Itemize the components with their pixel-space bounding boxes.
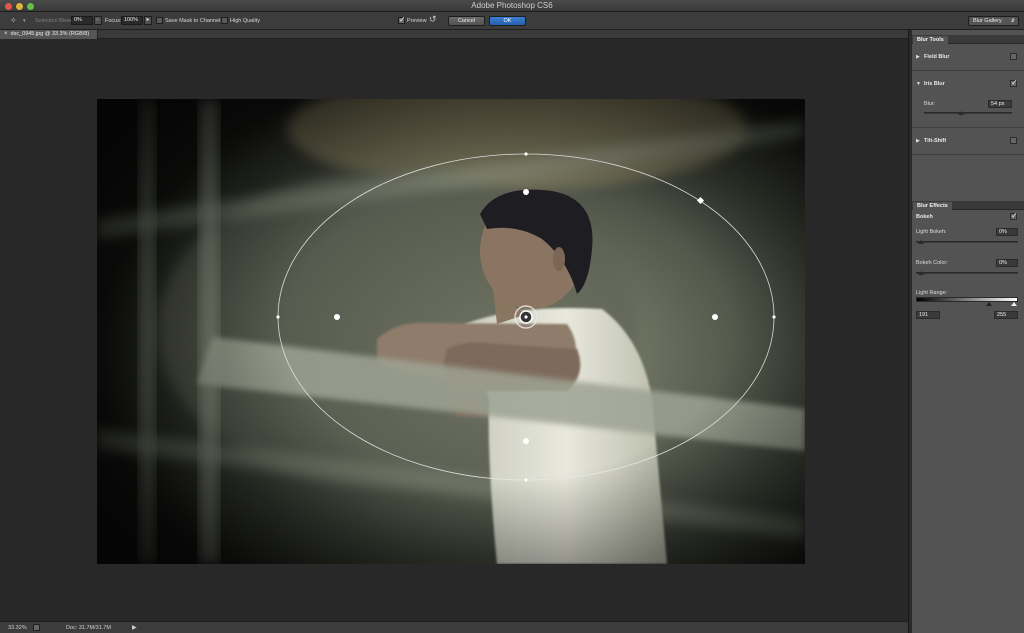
- high-quality-label: High Quality: [230, 18, 260, 24]
- focus-stepper[interactable]: ▸: [144, 16, 152, 25]
- tool-dropdown-chevron-icon[interactable]: ▾: [23, 16, 26, 26]
- canvas-area[interactable]: [0, 39, 908, 621]
- iris-blur-label: Iris Blur: [924, 81, 945, 87]
- field-blur-checkbox[interactable]: [1010, 53, 1017, 60]
- blur-effects-section: Bokeh Light Bokeh: 0% Bokeh Color: 0% Li…: [912, 211, 1024, 331]
- export-icon[interactable]: [33, 624, 40, 631]
- light-range-high-input[interactable]: 255: [994, 311, 1018, 319]
- light-range-low-thumb[interactable]: [986, 302, 992, 306]
- tab-blur-tools[interactable]: Blur Tools: [913, 36, 948, 44]
- save-mask-checkbox[interactable]: [156, 17, 163, 24]
- high-quality-checkbox[interactable]: [221, 17, 228, 24]
- document-tab[interactable]: × dsc_0945.jpg @ 33.3% (RGB/8): [0, 30, 98, 39]
- checkmark-icon: ✓: [399, 15, 406, 24]
- bokeh-color-slider[interactable]: [916, 272, 1018, 274]
- feather-handle-top[interactable]: [523, 189, 529, 195]
- light-bokeh-input[interactable]: 0%: [996, 228, 1018, 236]
- reset-pins-icon[interactable]: ↺: [429, 14, 437, 24]
- iris-blur-overlay[interactable]: [97, 99, 805, 564]
- document-tab-label: dsc_0945.jpg @ 33.3% (RGB/8): [10, 31, 90, 37]
- bokeh-label: Bokeh: [916, 214, 933, 220]
- feather-handle-left[interactable]: [334, 314, 340, 320]
- preview-label: Preview: [407, 18, 427, 24]
- bokeh-color-slider-thumb[interactable]: [918, 271, 924, 275]
- light-range-high-thumb[interactable]: [1011, 302, 1017, 306]
- blur-amount-slider[interactable]: [924, 112, 1012, 114]
- options-bar: ✧ ▾ Selection Bleed: 0% ▸ Focus: 100% ▸ …: [0, 12, 1024, 30]
- zoom-level[interactable]: 33.32%: [8, 624, 27, 632]
- light-range-low-input[interactable]: 191: [916, 311, 940, 319]
- expand-triangle-icon[interactable]: ▶: [916, 138, 920, 144]
- bokeh-checkbox[interactable]: [1010, 211, 1018, 220]
- blur-amount-input[interactable]: 54 px: [988, 100, 1012, 108]
- light-range-label: Light Range:: [916, 290, 948, 296]
- collapse-triangle-icon[interactable]: ▼: [916, 81, 921, 87]
- pin-tool-icon[interactable]: ✧: [10, 16, 17, 26]
- updown-chevron-icon: ⇵: [1010, 18, 1015, 24]
- doc-size-info: Doc: 31.7M/31.7M: [66, 625, 111, 631]
- ellipse-handle-left[interactable]: [276, 315, 280, 319]
- light-bokeh-slider-thumb[interactable]: [918, 240, 924, 244]
- status-menu-arrow-icon[interactable]: ▶: [132, 624, 137, 632]
- iris-blur-checkbox[interactable]: [1010, 78, 1018, 87]
- selection-bleed-label: Selection Bleed:: [35, 18, 75, 24]
- tab-blur-effects[interactable]: Blur Effects: [913, 202, 952, 210]
- tilt-shift-checkbox[interactable]: [1010, 137, 1017, 144]
- ok-button[interactable]: OK: [489, 16, 526, 26]
- field-blur-label: Field Blur: [924, 54, 950, 60]
- document-image[interactable]: [97, 99, 805, 564]
- blur-amount-label: Blur:: [924, 101, 936, 107]
- blur-tools-tabbar: Blur Tools: [912, 35, 1024, 44]
- preview-checkbox[interactable]: ✓: [398, 15, 406, 24]
- close-tab-icon[interactable]: ×: [4, 31, 8, 37]
- blur-effects-tabbar: Blur Effects: [912, 201, 1024, 210]
- expand-triangle-icon[interactable]: ▶: [916, 54, 920, 60]
- title-bar: Adobe Photoshop CS6: [0, 0, 1024, 12]
- light-bokeh-slider[interactable]: [916, 241, 1018, 243]
- save-mask-label: Save Mask to Channels: [165, 18, 224, 24]
- tilt-shift-section: ▶ Tilt-Shift: [912, 129, 1024, 155]
- focus-label: Focus:: [105, 18, 122, 24]
- bokeh-color-label: Bokeh Color:: [916, 260, 948, 266]
- cancel-button[interactable]: Cancel: [448, 16, 485, 26]
- selection-bleed-stepper[interactable]: ▸: [94, 16, 102, 25]
- light-range-gradient[interactable]: [916, 297, 1018, 302]
- tilt-shift-label: Tilt-Shift: [924, 138, 947, 144]
- iris-blur-section: ▼ Iris Blur Blur: 54 px: [912, 72, 1024, 128]
- feather-handle-bottom[interactable]: [523, 438, 529, 444]
- blur-gallery-panel: Blur Tools ▶ Field Blur ▼ Iris Blur Blur…: [912, 30, 1024, 633]
- status-bar: 33.32% Doc: 31.7M/31.7M ▶: [0, 621, 908, 633]
- document-tab-bar: × dsc_0945.jpg @ 33.3% (RGB/8): [0, 30, 910, 39]
- field-blur-section: ▶ Field Blur: [912, 45, 1024, 71]
- blur-amount-slider-thumb[interactable]: [958, 111, 964, 115]
- center-pin-dot-icon: [524, 315, 528, 319]
- workspace-dropdown[interactable]: Blur Gallery ⇵: [968, 16, 1019, 26]
- workspace-label: Blur Gallery: [973, 18, 1002, 24]
- bokeh-color-input[interactable]: 0%: [996, 259, 1018, 267]
- window-title: Adobe Photoshop CS6: [471, 1, 553, 10]
- light-bokeh-label: Light Bokeh:: [916, 229, 947, 235]
- ellipse-handle-top[interactable]: [524, 152, 528, 156]
- ellipse-handle-bottom[interactable]: [524, 478, 528, 482]
- ellipse-handle-right[interactable]: [772, 315, 776, 319]
- focus-input[interactable]: 100%: [121, 16, 143, 25]
- selection-bleed-input[interactable]: 0%: [71, 16, 93, 25]
- feather-handle-right[interactable]: [712, 314, 718, 320]
